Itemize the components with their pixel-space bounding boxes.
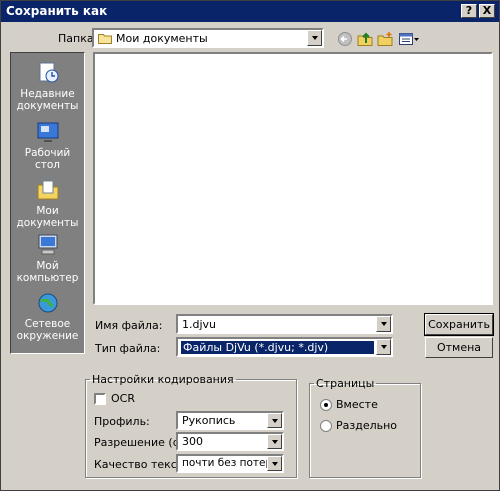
places-bar: Недавние документы Рабочий стол Мои доку… [10, 52, 85, 354]
chevron-down-icon[interactable] [267, 456, 282, 471]
folder-icon [98, 33, 112, 44]
separate-label: Раздельно [336, 419, 398, 432]
quality-value: почти без потерь [182, 457, 279, 469]
place-network[interactable]: Сетевое окружение [11, 291, 84, 342]
ocr-checkbox[interactable] [94, 393, 106, 405]
save-as-dialog: Сохранить как ? X Папка: Мои документы Н… [0, 0, 500, 491]
encoding-settings-legend: Настройки кодирования [92, 373, 234, 386]
file-list[interactable] [93, 52, 493, 305]
resolution-value: 300 [182, 435, 203, 448]
ocr-label: OCR [111, 392, 135, 405]
place-label: Рабочий стол [24, 147, 71, 171]
back-icon[interactable] [337, 31, 353, 47]
my-documents-icon [35, 178, 61, 202]
place-my-documents[interactable]: Мои документы [11, 178, 84, 229]
place-label: Мои документы [16, 205, 79, 229]
file-name-input[interactable]: 1.djvu [176, 314, 393, 334]
profile-label: Профиль: [94, 415, 150, 428]
close-button[interactable]: X [479, 4, 495, 18]
chevron-down-icon[interactable] [376, 316, 391, 332]
pages-legend: Страницы [316, 377, 375, 390]
place-desktop[interactable]: Рабочий стол [11, 120, 84, 171]
desktop-icon [35, 120, 61, 144]
network-icon [35, 291, 61, 315]
together-label: Вместе [336, 398, 378, 411]
folder-value: Мои документы [116, 32, 208, 45]
resolution-select[interactable]: 300 [176, 432, 284, 451]
chevron-down-icon[interactable] [307, 30, 322, 46]
file-name-label: Имя файла: [95, 319, 163, 332]
place-label: Недавние документы [16, 88, 79, 112]
separate-radio[interactable] [320, 420, 332, 432]
profile-select[interactable]: Рукопись [176, 411, 284, 430]
file-name-value: 1.djvu [182, 318, 217, 331]
chevron-down-icon[interactable] [376, 339, 391, 355]
place-my-computer[interactable]: Мой компьютер [11, 233, 84, 284]
window-title: Сохранить как [6, 4, 108, 18]
profile-value: Рукопись [182, 414, 236, 427]
new-folder-icon[interactable] [377, 31, 393, 47]
file-type-select[interactable]: Файлы DjVu (*.djvu; *.djv) [176, 337, 393, 357]
file-type-value: Файлы DjVu (*.djvu; *.djv) [181, 341, 374, 354]
chevron-down-icon[interactable] [267, 413, 282, 428]
together-radio[interactable] [320, 399, 332, 411]
help-button[interactable]: ? [461, 4, 477, 18]
place-label: Сетевое окружение [16, 318, 79, 342]
chevron-down-icon[interactable] [267, 434, 282, 449]
up-folder-icon[interactable] [357, 31, 373, 47]
my-computer-icon [35, 233, 61, 257]
file-type-label: Тип файла: [95, 342, 161, 355]
recent-documents-icon [35, 61, 61, 85]
save-button[interactable]: Сохранить [424, 313, 494, 336]
title-bar: Сохранить как ? X [1, 1, 499, 22]
cancel-button[interactable]: Отмена [425, 337, 493, 358]
place-recent-documents[interactable]: Недавние документы [11, 61, 84, 112]
quality-select[interactable]: почти без потерь [176, 454, 284, 473]
place-label: Мой компьютер [16, 260, 79, 284]
folder-select[interactable]: Мои документы [92, 28, 324, 48]
view-menu-icon[interactable] [398, 31, 420, 47]
